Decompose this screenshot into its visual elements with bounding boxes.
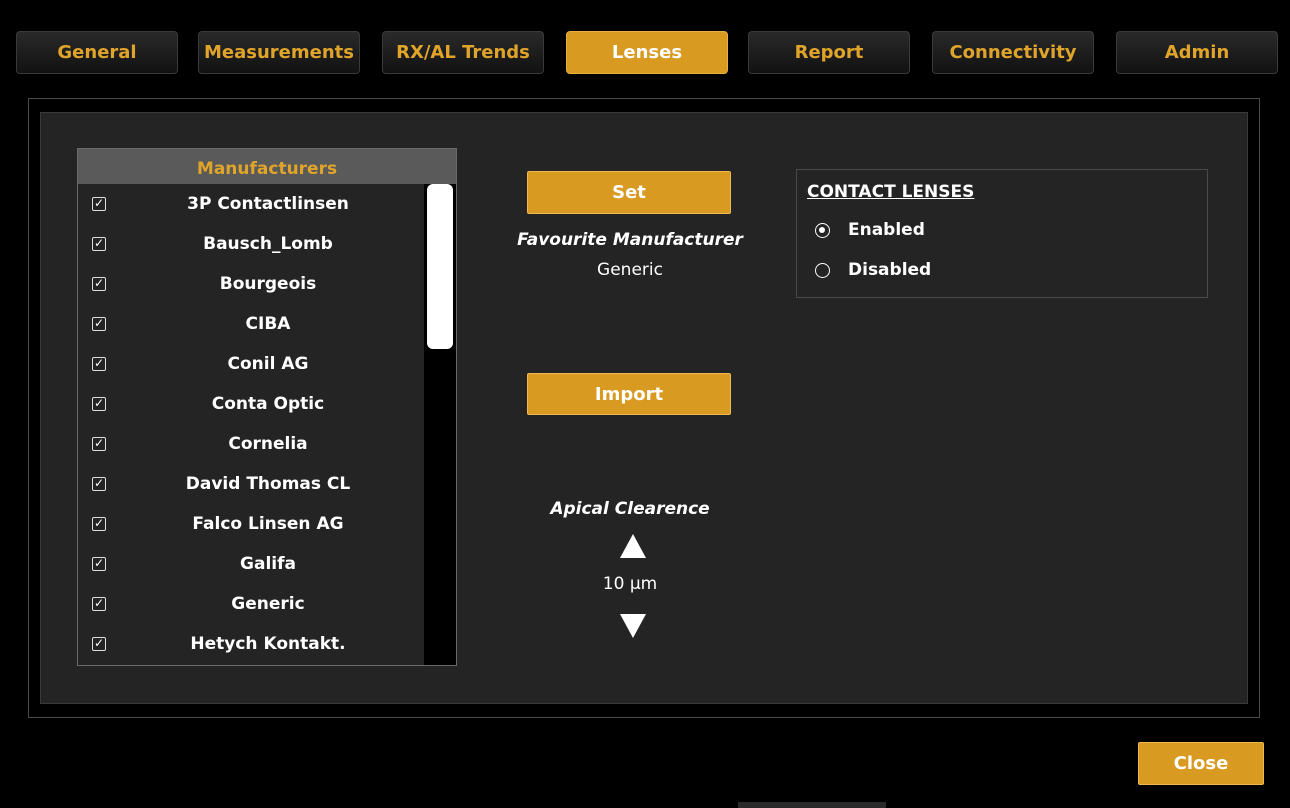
contact-lenses-enabled-option[interactable]: Enabled bbox=[815, 220, 925, 240]
contact-lenses-disabled-option[interactable]: Disabled bbox=[815, 260, 931, 280]
manufacturer-row[interactable]: ✓ Cornelia bbox=[78, 424, 424, 464]
manufacturer-row[interactable]: ✓ Generic bbox=[78, 584, 424, 624]
tab-general[interactable]: General bbox=[16, 31, 178, 74]
list-scrollbar[interactable] bbox=[424, 184, 456, 665]
manufacturer-name: Hetych Kontakt. bbox=[190, 634, 346, 654]
manufacturers-header: Manufacturers bbox=[78, 149, 456, 184]
radio-enabled-label: Enabled bbox=[848, 220, 925, 240]
favourite-manufacturer-value: Generic bbox=[597, 260, 663, 280]
manufacturer-row[interactable]: ✓ Hetych Kontakt. bbox=[78, 624, 424, 664]
radio-enabled[interactable] bbox=[815, 222, 830, 238]
manufacturer-checkbox[interactable]: ✓ bbox=[92, 237, 106, 251]
manufacturer-name: David Thomas CL bbox=[185, 474, 351, 494]
import-button[interactable]: Import bbox=[527, 373, 731, 415]
manufacturer-name: Bausch_Lomb bbox=[203, 234, 333, 254]
manufacturer-row[interactable]: ✓ Falco Linsen AG bbox=[78, 504, 424, 544]
manufacturer-checkbox[interactable]: ✓ bbox=[92, 597, 106, 611]
manufacturer-row[interactable]: ✓ Bourgeois bbox=[78, 264, 424, 304]
manufacturer-name: Falco Linsen AG bbox=[192, 514, 344, 534]
manufacturer-name: Galifa bbox=[240, 554, 296, 574]
manufacturer-name: CIBA bbox=[245, 314, 291, 334]
apical-clearance-value: 10 µm bbox=[602, 574, 658, 594]
tab-connectivity[interactable]: Connectivity bbox=[932, 31, 1094, 74]
close-button[interactable]: Close bbox=[1138, 742, 1264, 785]
manufacturer-checkbox[interactable]: ✓ bbox=[92, 317, 106, 331]
set-favourite-button[interactable]: Set bbox=[527, 171, 731, 214]
manufacturer-checkbox[interactable]: ✓ bbox=[92, 277, 106, 291]
tab-report[interactable]: Report bbox=[748, 31, 910, 74]
manufacturer-name: Conta Optic bbox=[211, 394, 325, 414]
manufacturer-row[interactable]: ✓ David Thomas CL bbox=[78, 464, 424, 504]
manufacturer-name: 3P Contactlinsen bbox=[187, 194, 349, 214]
manufacturer-checkbox[interactable]: ✓ bbox=[92, 357, 106, 371]
tab-admin[interactable]: Admin bbox=[1116, 31, 1278, 74]
manufacturer-row[interactable]: ✓ Conta Optic bbox=[78, 384, 424, 424]
manufacturer-checkbox[interactable]: ✓ bbox=[92, 197, 106, 211]
radio-disabled[interactable] bbox=[815, 262, 830, 278]
manufacturer-checkbox[interactable]: ✓ bbox=[92, 637, 106, 651]
manufacturer-name: Cornelia bbox=[228, 434, 308, 454]
contact-lenses-group: CONTACT LENSES Enabled Disabled bbox=[796, 169, 1208, 298]
tab-bar: General Measurements RX/AL Trends Lenses… bbox=[16, 31, 1280, 75]
bottom-strip bbox=[738, 802, 886, 808]
tab-rx-al-trends[interactable]: RX/AL Trends bbox=[382, 31, 544, 74]
decrease-arrow-icon[interactable] bbox=[620, 614, 646, 638]
manufacturer-checkbox[interactable]: ✓ bbox=[92, 477, 106, 491]
tab-measurements[interactable]: Measurements bbox=[198, 31, 360, 74]
contact-lenses-title: CONTACT LENSES bbox=[807, 182, 975, 202]
manufacturer-row[interactable]: ✓ Galifa bbox=[78, 544, 424, 584]
manufacturer-row[interactable]: ✓ 3P Contactlinsen bbox=[78, 184, 424, 224]
apical-clearance-title: Apical Clearence bbox=[550, 499, 710, 519]
favourite-manufacturer-title: Favourite Manufacturer bbox=[517, 230, 743, 250]
manufacturer-row[interactable]: ✓ Bausch_Lomb bbox=[78, 224, 424, 264]
manufacturer-checkbox[interactable]: ✓ bbox=[92, 517, 106, 531]
manufacturers-list: Manufacturers ✓ 3P Contactlinsen ✓ Bausch_L… bbox=[77, 148, 457, 666]
manufacturer-row[interactable]: ✓ CIBA bbox=[78, 304, 424, 344]
tab-lenses[interactable]: Lenses bbox=[566, 31, 728, 74]
scrollbar-thumb[interactable] bbox=[427, 184, 453, 349]
increase-arrow-icon[interactable] bbox=[620, 534, 646, 558]
manufacturer-name: Bourgeois bbox=[219, 274, 317, 294]
manufacturer-row[interactable]: ✓ Conil AG bbox=[78, 344, 424, 384]
manufacturer-checkbox[interactable]: ✓ bbox=[92, 397, 106, 411]
radio-disabled-label: Disabled bbox=[848, 260, 932, 280]
manufacturer-name: Conil AG bbox=[227, 354, 309, 374]
manufacturer-checkbox[interactable]: ✓ bbox=[92, 557, 106, 571]
manufacturer-checkbox[interactable]: ✓ bbox=[92, 437, 106, 451]
manufacturer-name: Generic bbox=[231, 594, 305, 614]
